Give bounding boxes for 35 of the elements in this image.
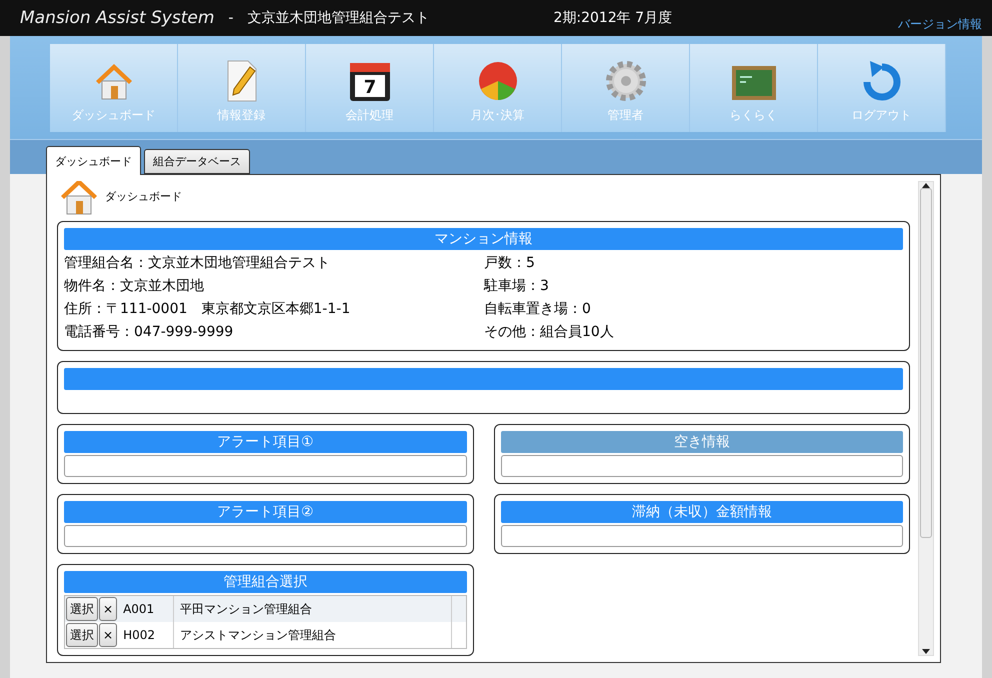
info-line: その他：組合員10人	[484, 323, 615, 342]
section-header: アラート項目①	[64, 431, 466, 453]
info-line: 電話番号：047-999-9999	[64, 323, 234, 342]
table-cell-text: A001	[122, 602, 156, 616]
info-line: 自転車置き場：0	[484, 300, 592, 319]
info-line: 住所：〒111-0001 東京都文京区本郷1-1-1	[64, 300, 352, 319]
version-link[interactable]: バージョン情報	[898, 16, 982, 33]
tab[interactable]: 組合データベース	[144, 149, 250, 174]
remove-button[interactable]: ×	[99, 597, 118, 621]
table-cell-text: H002	[122, 628, 156, 642]
fiscal-period: 2期:2012年 7月度	[553, 9, 672, 27]
section-header: 管理組合選択	[64, 571, 466, 593]
gear-icon	[604, 59, 648, 103]
chalkboard-icon	[730, 63, 778, 103]
select-button[interactable]: 選択	[66, 597, 98, 621]
remove-button[interactable]: ×	[99, 623, 118, 647]
info-line: 戸数：5	[484, 254, 536, 273]
section-header: マンション情報	[64, 228, 903, 250]
info-line: 管理組合名：文京並木団地管理組合テスト	[64, 254, 331, 273]
title-separator: -	[228, 10, 234, 26]
nav-button[interactable]: 7 会計処理	[306, 44, 434, 132]
page-title: ダッシュボード	[105, 188, 182, 204]
app-title: Mansion Assist System	[20, 8, 214, 28]
scroll-down-icon[interactable]	[922, 649, 930, 655]
tab[interactable]: ダッシュボード	[46, 146, 141, 175]
select-button[interactable]: 選択	[66, 623, 98, 647]
info-line: 物件名：文京並木団地	[64, 277, 205, 296]
scrollbar[interactable]	[918, 181, 934, 656]
section-header: 滞納（未収）金額情報	[500, 501, 903, 523]
table-cell: アシストマンション管理組合	[173, 622, 452, 648]
association-name: 文京並木団地管理組合テスト	[247, 9, 430, 27]
info-line: 駐車場：3	[484, 277, 550, 296]
scroll-thumb[interactable]	[920, 188, 932, 538]
section-header: アラート項目②	[64, 501, 466, 523]
section-header: 空き情報	[500, 431, 903, 453]
